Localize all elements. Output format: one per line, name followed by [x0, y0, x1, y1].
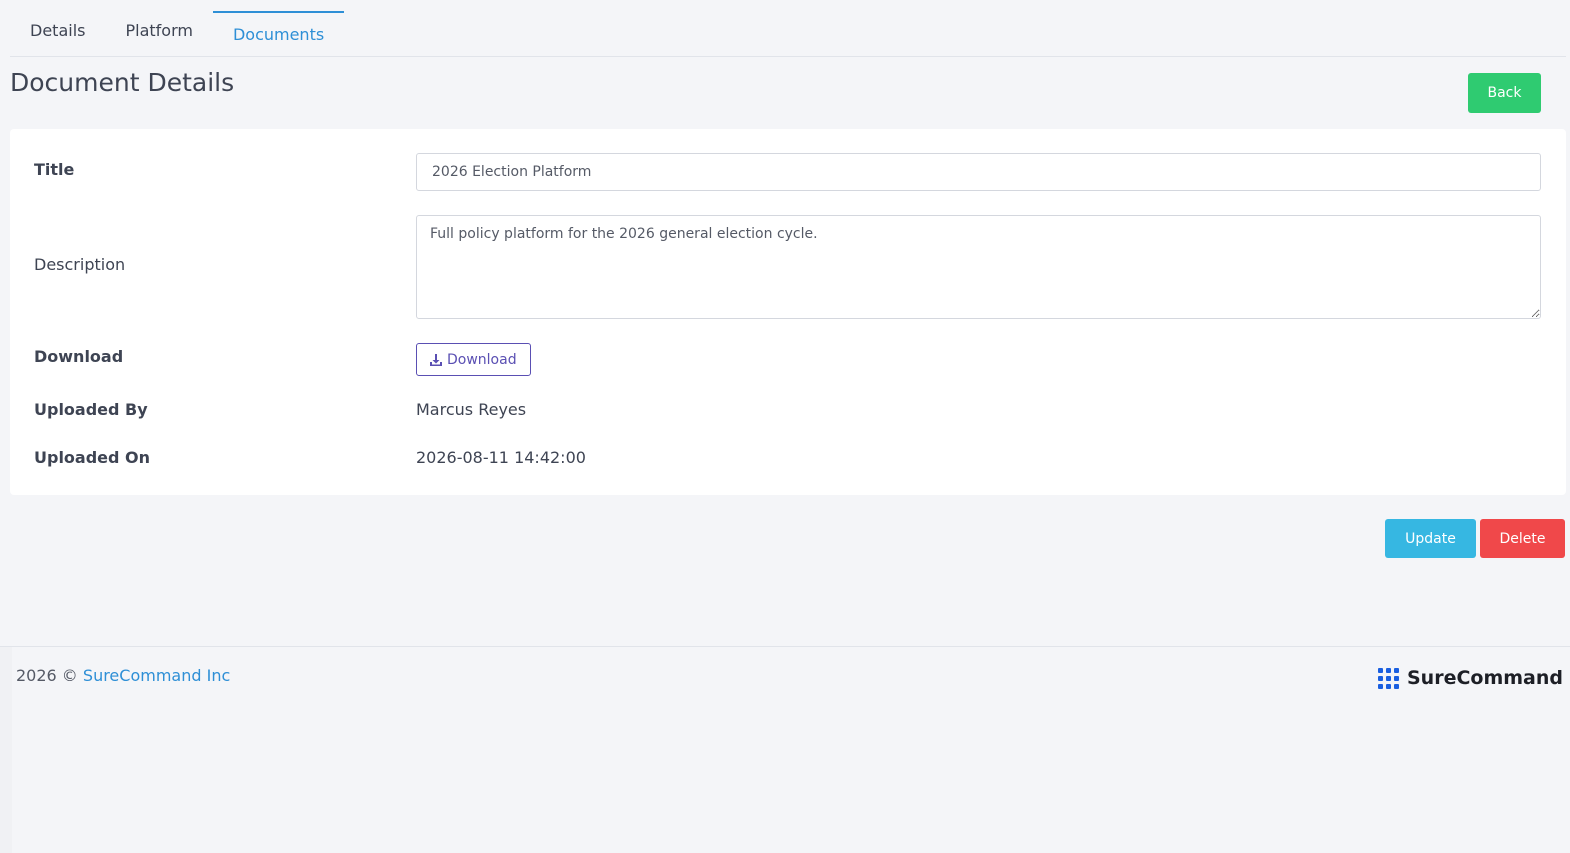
download-label: Download — [34, 347, 124, 366]
footer-copyright: 2026 © SureCommand Inc — [16, 666, 230, 685]
download-button[interactable]: Download — [416, 343, 531, 376]
tab-bar: Details Platform Documents — [10, 0, 1566, 57]
tab-platform[interactable]: Platform — [105, 0, 212, 57]
uploaded-on-label: Uploaded On — [34, 448, 151, 467]
grid-logo-icon — [1378, 667, 1399, 689]
footer-left-strip — [0, 647, 12, 853]
title-label: Title — [34, 160, 75, 179]
description-label: Description — [34, 255, 126, 274]
download-button-label: Download — [447, 351, 517, 368]
back-button[interactable]: Back — [1468, 73, 1541, 113]
uploaded-on-value: 2026-08-11 14:42:00 — [416, 448, 586, 467]
description-textarea[interactable]: Full policy platform for the 2026 genera… — [416, 215, 1541, 319]
tab-details[interactable]: Details — [10, 0, 105, 57]
page-title: Document Details — [10, 68, 235, 97]
logo-text: SureCommand — [1407, 667, 1564, 689]
uploaded-by-label: Uploaded By — [34, 400, 148, 419]
update-button[interactable]: Update — [1385, 519, 1476, 558]
delete-button[interactable]: Delete — [1480, 519, 1565, 558]
document-details-card: Title Description Full policy platform f… — [10, 129, 1566, 495]
page: Details Platform Documents Document Deta… — [0, 0, 1570, 853]
company-link[interactable]: SureCommand Inc — [83, 666, 230, 685]
copyright-text: 2026 © — [16, 666, 78, 685]
uploaded-by-value: Marcus Reyes — [416, 400, 527, 419]
footer: 2026 © SureCommand Inc SureCommand — [0, 646, 1570, 853]
title-input[interactable] — [416, 153, 1541, 191]
tab-documents[interactable]: Documents — [212, 11, 345, 57]
surecommand-logo: SureCommand — [1378, 667, 1563, 689]
download-icon — [430, 353, 442, 366]
